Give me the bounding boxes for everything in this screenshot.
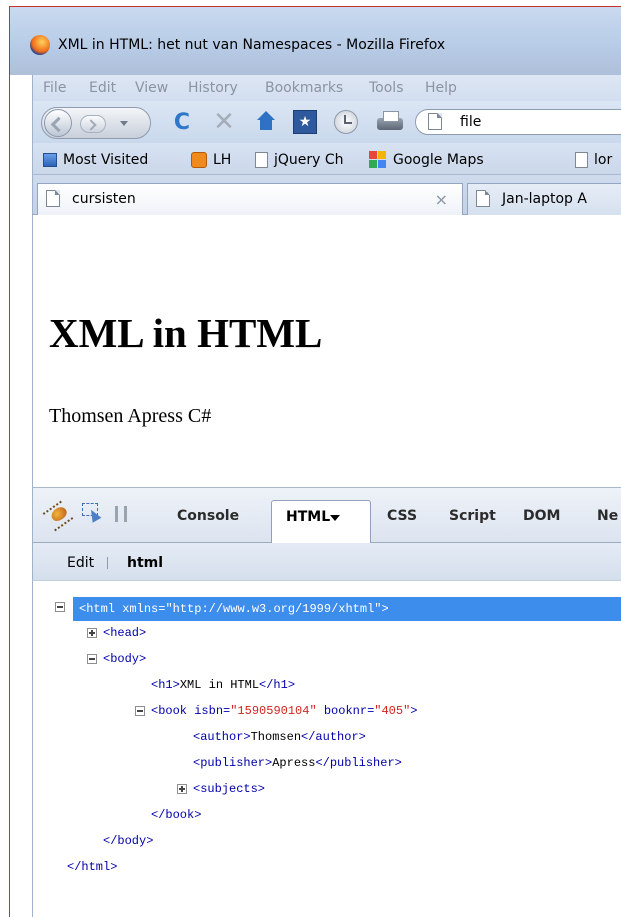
firebug-tab-net[interactable]: Ne — [597, 508, 618, 524]
tab-cursisten[interactable]: cursisten × — [37, 183, 463, 215]
firebug-tab-dom[interactable]: DOM — [523, 508, 560, 524]
bookmark-google-maps[interactable]: Google Maps — [369, 150, 484, 170]
tree-row-body-close[interactable]: </body> — [103, 828, 153, 854]
history-dropdown-icon[interactable] — [120, 121, 128, 126]
address-text[interactable]: file — [460, 114, 481, 130]
browser-window: XML in HTML: het nut van Namespaces - Mo… — [9, 6, 621, 917]
bookmark-label: LH — [213, 152, 232, 168]
firebug-tab-css[interactable]: CSS — [387, 508, 417, 524]
firebug-tab-script[interactable]: Script — [449, 508, 496, 524]
menu-help[interactable]: Help — [425, 80, 457, 96]
firebug-tab-console[interactable]: Console — [177, 508, 239, 524]
lh-icon — [191, 152, 207, 168]
expand-head-icon[interactable] — [87, 628, 97, 638]
page-icon — [476, 190, 490, 207]
tree-row-head[interactable]: <head> — [103, 620, 146, 646]
page-icon — [46, 190, 60, 207]
menu-view[interactable]: View — [135, 80, 168, 96]
tree-row-book[interactable]: <book isbn="1590590104" booknr="405"> — [151, 698, 417, 724]
firebug-tab-html[interactable]: HTML — [271, 500, 371, 544]
page-heading: XML in HTML — [49, 310, 323, 356]
back-button[interactable] — [44, 109, 72, 137]
breadcrumb-html[interactable]: html — [127, 555, 163, 571]
html-tree: <html xmlns="http://www.w3.org/1999/xhtm… — [32, 581, 621, 917]
separator — [107, 557, 108, 569]
tab-strip: cursisten × Jan-laptop A — [32, 175, 621, 215]
bookmark-lh[interactable]: LH — [191, 150, 231, 170]
inspect-icon[interactable] — [81, 502, 103, 524]
clock-icon[interactable] — [333, 109, 359, 135]
firefox-icon — [30, 35, 50, 55]
collapse-book-icon[interactable] — [135, 706, 145, 716]
bookmark-lor[interactable]: lor — [575, 150, 612, 170]
tree-row-html-close[interactable]: </html> — [67, 854, 117, 880]
back-forward-group — [41, 107, 151, 139]
printer-icon[interactable] — [377, 109, 403, 135]
bookmark-most-visited[interactable]: Most Visited — [43, 150, 148, 170]
bookmarks-toolbar: Most Visited LH jQuery Ch Google Maps lo… — [32, 143, 621, 175]
close-tab-icon[interactable]: × — [435, 190, 448, 209]
edit-button[interactable]: Edit — [67, 555, 94, 571]
bookmark-label: Google Maps — [393, 152, 484, 168]
page-content: XML in HTML Thomsen Apress C# — [32, 215, 621, 487]
google-maps-icon — [369, 151, 387, 169]
menu-bar: File Edit View History Bookmarks Tools H… — [32, 75, 621, 101]
tree-row-h1[interactable]: <h1>XML in HTML</h1> — [151, 672, 295, 698]
tree-row-book-close[interactable]: </book> — [151, 802, 201, 828]
title-bar: XML in HTML: het nut van Namespaces - Mo… — [10, 7, 621, 75]
expand-subjects-icon[interactable] — [177, 784, 187, 794]
most-visited-icon — [43, 153, 57, 167]
bookmark-label: Most Visited — [63, 152, 149, 168]
firebug-breadcrumb: Edit html — [32, 543, 621, 581]
page-text: Thomsen Apress C# — [49, 405, 212, 427]
menu-tools[interactable]: Tools — [369, 80, 404, 96]
reload-icon[interactable]: C — [169, 109, 195, 135]
bookmark-label: lor — [594, 152, 613, 168]
bookmark-star-icon[interactable] — [291, 109, 317, 135]
forward-button[interactable] — [80, 115, 106, 133]
pause-icon[interactable] — [115, 506, 127, 522]
collapse-body-icon[interactable] — [87, 654, 97, 664]
tree-row-author[interactable]: <author>Thomsen</author> — [193, 724, 366, 750]
stop-icon[interactable]: ✕ — [211, 107, 237, 137]
navigation-toolbar: C ✕ file — [32, 101, 621, 143]
firebug-toolbar: Console HTML CSS Script DOM Ne — [32, 487, 621, 544]
page-icon — [575, 152, 588, 168]
firebug-tab-html-label: HTML — [286, 509, 331, 525]
address-bar[interactable]: file — [415, 109, 621, 135]
page-icon — [428, 113, 442, 130]
menu-file[interactable]: File — [43, 80, 66, 96]
tree-row-subjects[interactable]: <subjects> — [193, 776, 265, 802]
firebug-icon[interactable] — [45, 502, 71, 528]
home-icon[interactable] — [253, 109, 279, 135]
menu-bookmarks[interactable]: Bookmarks — [265, 80, 343, 96]
tree-row-body[interactable]: <body> — [103, 646, 146, 672]
tab-jan-laptop[interactable]: Jan-laptop A — [467, 183, 621, 215]
bookmark-jquery[interactable]: jQuery Ch — [255, 150, 344, 170]
tree-row-publisher[interactable]: <publisher>Apress</publisher> — [193, 750, 402, 776]
tree-row-html-selected[interactable]: <html xmlns="http://www.w3.org/1999/xhtm… — [73, 597, 621, 621]
window-title: XML in HTML: het nut van Namespaces - Mo… — [58, 37, 446, 53]
tab-label: Jan-laptop A — [502, 191, 587, 207]
menu-history[interactable]: History — [188, 80, 238, 96]
page-icon — [255, 152, 268, 168]
tab-label: cursisten — [72, 191, 136, 207]
collapse-html-icon[interactable] — [55, 602, 65, 612]
chevron-down-icon[interactable] — [330, 515, 340, 521]
menu-edit[interactable]: Edit — [89, 80, 116, 96]
bookmark-label: jQuery Ch — [274, 152, 344, 168]
